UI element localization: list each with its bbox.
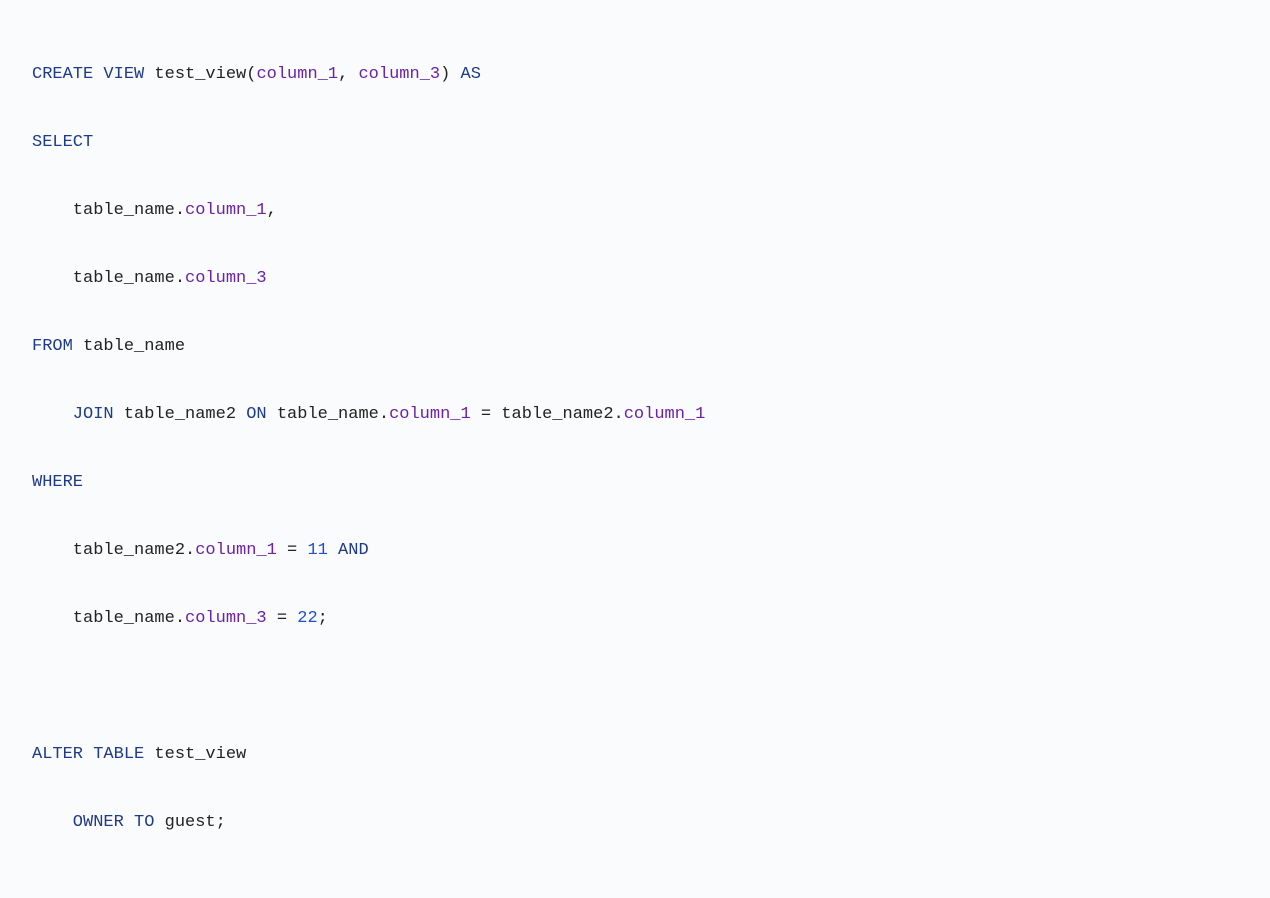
column-ref: column_3: [185, 609, 267, 628]
comma: ,: [267, 201, 277, 220]
semicolon: ;: [318, 609, 328, 628]
paren-open: (: [246, 65, 256, 84]
keyword-alter-table: ALTER TABLE: [32, 745, 144, 764]
right-table: table_name2.: [501, 405, 623, 424]
sql-code-block: CREATE VIEW test_view(column_1, column_3…: [32, 24, 1238, 874]
code-line-1: CREATE VIEW test_view(column_1, column_3…: [32, 58, 1238, 92]
number-literal: 22: [297, 609, 317, 628]
column-ref: column_1: [195, 541, 277, 560]
code-line-6: JOIN table_name2 ON table_name.column_1 …: [32, 398, 1238, 432]
semicolon: ;: [216, 813, 226, 832]
code-line-2: SELECT: [32, 126, 1238, 160]
keyword-select: SELECT: [32, 133, 93, 152]
comma: ,: [338, 65, 358, 84]
table-name: test_view: [144, 745, 246, 764]
left-col: column_1: [389, 405, 471, 424]
equals: =: [277, 541, 308, 560]
keyword-and: AND: [328, 541, 369, 560]
table-ref: table_name.: [73, 609, 185, 628]
keyword-as: AS: [461, 65, 481, 84]
keyword-from: FROM: [32, 337, 73, 356]
table-name: table_name: [73, 337, 185, 356]
equals: =: [267, 609, 298, 628]
keyword-on: ON: [246, 405, 266, 424]
paren-close: ): [440, 65, 460, 84]
table-ref: table_name2.: [73, 541, 195, 560]
keyword-create-view: CREATE VIEW: [32, 65, 144, 84]
code-line-12: OWNER TO guest;: [32, 806, 1238, 840]
left-table: table_name.: [267, 405, 389, 424]
right-col: column_1: [624, 405, 706, 424]
code-line-8: table_name2.column_1 = 11 AND: [32, 534, 1238, 568]
identifier-view-name: test_view: [144, 65, 246, 84]
table-name2: table_name2: [114, 405, 247, 424]
owner-name: guest: [154, 813, 215, 832]
code-line-7: WHERE: [32, 466, 1238, 500]
code-line-4: table_name.column_3: [32, 262, 1238, 296]
column-ref: column_3: [185, 269, 267, 288]
keyword-owner-to: OWNER TO: [73, 813, 155, 832]
code-line-blank: [32, 670, 1238, 704]
equals: =: [471, 405, 502, 424]
keyword-join: JOIN: [73, 405, 114, 424]
table-ref: table_name.: [73, 201, 185, 220]
code-line-5: FROM table_name: [32, 330, 1238, 364]
table-ref: table_name.: [73, 269, 185, 288]
column-3: column_3: [358, 65, 440, 84]
column-1: column_1: [256, 65, 338, 84]
keyword-where: WHERE: [32, 473, 83, 492]
code-line-3: table_name.column_1,: [32, 194, 1238, 228]
column-ref: column_1: [185, 201, 267, 220]
number-literal: 11: [307, 541, 327, 560]
code-line-11: ALTER TABLE test_view: [32, 738, 1238, 772]
code-line-9: table_name.column_3 = 22;: [32, 602, 1238, 636]
